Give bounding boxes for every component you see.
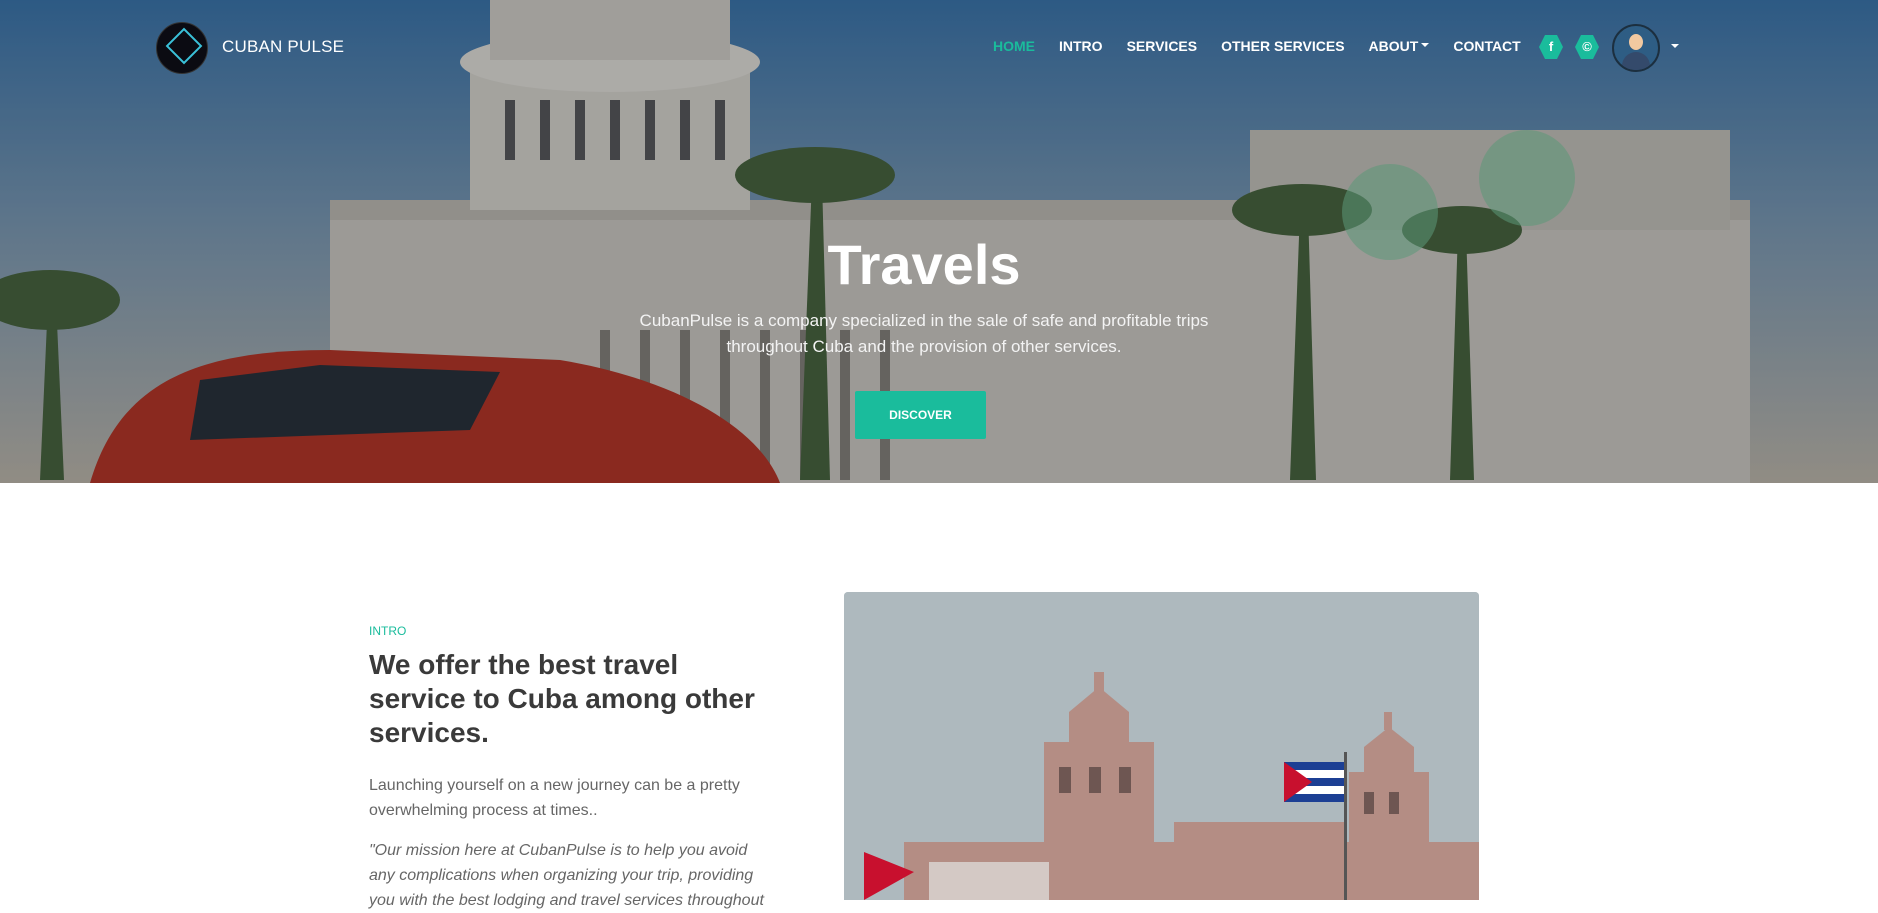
nav-item-intro[interactable]: INTRO	[1059, 38, 1103, 54]
nav-item-about[interactable]: ABOUT	[1369, 38, 1430, 54]
intro-heading: We offer the best travel service to Cuba…	[369, 649, 755, 748]
hero-title: Travels	[827, 233, 1021, 296]
nav-item-services[interactable]: SERVICES	[1127, 38, 1198, 54]
intro-photo	[844, 592, 1479, 900]
user-menu-chevron-down-icon[interactable]	[1671, 44, 1679, 48]
main-menu: HOME INTRO SERVICES OTHER SERVICES ABOUT…	[993, 38, 1545, 54]
intro-kicker: INTRO	[369, 624, 407, 638]
brand-logo[interactable]	[156, 22, 208, 74]
nav-item-contact[interactable]: CONTACT	[1453, 38, 1520, 54]
intro-quote: "Our mission here at CubanPulse is to he…	[369, 842, 764, 909]
brand-name[interactable]: CUBAN PULSE	[222, 37, 344, 57]
nav-item-home[interactable]: HOME	[993, 38, 1035, 54]
avatar-body-icon	[1622, 52, 1650, 70]
hero-subtitle: CubanPulse is a company specialized in t…	[639, 311, 1209, 356]
logo-emblem-icon	[165, 27, 203, 65]
hotel-nacional-image	[844, 592, 1479, 900]
chevron-down-icon	[1421, 43, 1430, 48]
user-avatar[interactable]	[1612, 24, 1660, 72]
copyright-icon[interactable]: ©	[1575, 35, 1599, 59]
nav-item-other-services[interactable]: OTHER SERVICES	[1221, 38, 1344, 54]
hero-section: CUBAN PULSE HOME INTRO SERVICES OTHER SE…	[0, 0, 1878, 483]
discover-button[interactable]: DISCOVER	[855, 391, 986, 439]
nav-item-about-label: ABOUT	[1368, 38, 1419, 54]
top-navbar: CUBAN PULSE HOME INTRO SERVICES OTHER SE…	[0, 0, 1878, 94]
intro-paragraph: Launching yourself on a new journey can …	[369, 777, 740, 819]
avatar-head-icon	[1629, 34, 1643, 50]
